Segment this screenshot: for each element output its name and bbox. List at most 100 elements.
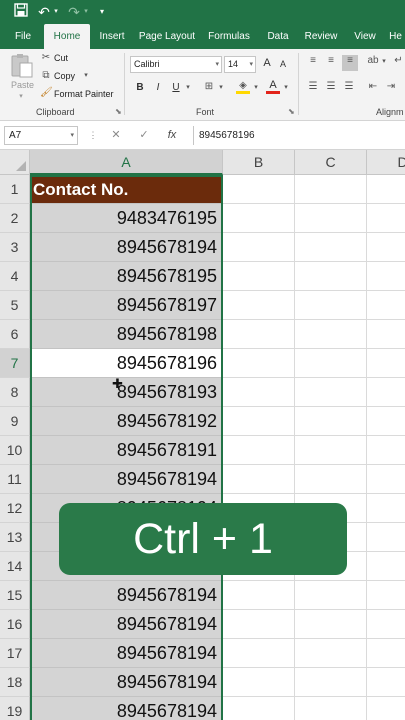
row-header[interactable]: 3 [0,233,30,262]
cell[interactable] [367,204,405,233]
font-name-select[interactable]: Calibri ▾ [130,56,222,73]
tab-review[interactable]: Review [300,24,342,49]
font-size-select[interactable]: 14 ▾ [224,56,256,73]
row-header[interactable]: 8 [0,378,30,407]
cell[interactable] [295,697,367,720]
cell[interactable] [223,610,295,639]
cell[interactable] [295,320,367,349]
row-header[interactable]: 19 [0,697,30,720]
underline-button[interactable]: U [170,82,182,93]
cell[interactable] [223,581,295,610]
cell[interactable] [223,378,295,407]
cell[interactable] [223,291,295,320]
row-header[interactable]: 10 [0,436,30,465]
cell[interactable]: 8945678194 [30,581,222,610]
save-icon[interactable] [12,3,30,21]
copy-dropdown-icon[interactable]: ▾ [82,71,90,79]
underline-dropdown-icon[interactable]: ▾ [184,83,192,91]
cell[interactable] [367,233,405,262]
undo-icon[interactable]: ↶ [36,3,52,21]
cell[interactable]: 8945678192 [30,407,222,436]
bottom-align-icon[interactable]: ≡ [342,55,358,71]
bold-button[interactable]: B [134,82,146,93]
paste-label[interactable]: Paste [11,80,34,90]
cell[interactable] [295,639,367,668]
cell[interactable] [367,697,405,720]
cell[interactable] [295,668,367,697]
column-header-a[interactable]: A [30,150,223,175]
cell[interactable] [223,436,295,465]
copy-label[interactable]: Copy [54,71,75,81]
font-color-dropdown-icon[interactable]: ▾ [282,83,290,91]
row-header[interactable]: 16 [0,610,30,639]
row-header[interactable]: 4 [0,262,30,291]
cell[interactable] [367,436,405,465]
cell[interactable] [295,175,367,204]
cell[interactable] [295,581,367,610]
tab-insert[interactable]: Insert [92,24,132,49]
row-header[interactable]: 14 [0,552,30,581]
cell[interactable] [367,552,405,581]
cell[interactable] [223,668,295,697]
cell[interactable] [295,407,367,436]
cell[interactable] [367,523,405,552]
row-header[interactable]: 6 [0,320,30,349]
cell[interactable] [295,204,367,233]
name-box[interactable]: A7 ▾ [4,126,78,145]
column-header-d[interactable]: D [367,150,405,175]
row-header[interactable]: 2 [0,204,30,233]
row-header[interactable]: 12 [0,494,30,523]
row-header[interactable]: 18 [0,668,30,697]
cell[interactable] [367,407,405,436]
cell[interactable] [367,494,405,523]
row-header[interactable]: 9 [0,407,30,436]
redo-icon[interactable]: ↷ [66,3,82,21]
fill-color-dropdown-icon[interactable]: ▾ [252,83,260,91]
paste-dropdown-icon[interactable]: ▾ [17,92,25,100]
align-left-icon[interactable]: ☰ [306,81,320,92]
cell[interactable] [295,349,367,378]
tab-formulas[interactable]: Formulas [204,24,254,49]
wrap-text-icon[interactable]: ↵ [392,55,405,66]
cell[interactable] [367,320,405,349]
fill-color-icon[interactable]: ◈ [236,80,250,94]
cell[interactable] [295,378,367,407]
decrease-indent-icon[interactable]: ⇤ [366,81,380,92]
italic-button[interactable]: I [152,82,164,93]
cell[interactable]: 8945678194 [30,639,222,668]
format-painter-label[interactable]: Format Painter [54,89,114,99]
copy-icon[interactable]: ⧉ [40,70,52,81]
cell[interactable] [295,233,367,262]
top-align-icon[interactable]: ≡ [306,55,320,66]
row-header[interactable]: 15 [0,581,30,610]
align-right-icon[interactable]: ☰ [342,81,356,92]
active-cell[interactable]: 8945678196 [30,349,222,378]
cell[interactable]: 8945678191 [30,436,222,465]
redo-dropdown-icon[interactable]: ▾ [82,3,90,21]
cell[interactable] [223,175,295,204]
row-header[interactable]: 7 [0,349,30,378]
column-header-c[interactable]: C [295,150,367,175]
insert-function-icon[interactable]: fx [163,126,181,145]
cell[interactable] [295,291,367,320]
cell[interactable] [367,349,405,378]
cell[interactable]: 8945678195 [30,262,222,291]
undo-dropdown-icon[interactable]: ▾ [52,3,60,21]
cut-label[interactable]: Cut [54,53,68,63]
customize-icon[interactable]: ▾ [96,3,108,21]
paste-icon[interactable] [8,53,34,79]
clipboard-launcher-icon[interactable]: ⬊ [115,107,122,116]
cell[interactable] [367,668,405,697]
row-header[interactable]: 17 [0,639,30,668]
orientation-dropdown-icon[interactable]: ▾ [380,57,388,65]
cell[interactable]: 8945678194 [30,233,222,262]
worksheet-grid[interactable]: A B C D 1 Contact No. 2 9483476195 3 89456781… [0,150,405,720]
cell[interactable] [295,436,367,465]
cell[interactable] [367,175,405,204]
cell[interactable] [223,639,295,668]
borders-icon[interactable]: ⊞ [202,81,216,92]
cell[interactable] [223,262,295,291]
cell[interactable]: 8945678194 [30,668,222,697]
select-all-button[interactable] [0,150,30,175]
cell[interactable] [223,349,295,378]
